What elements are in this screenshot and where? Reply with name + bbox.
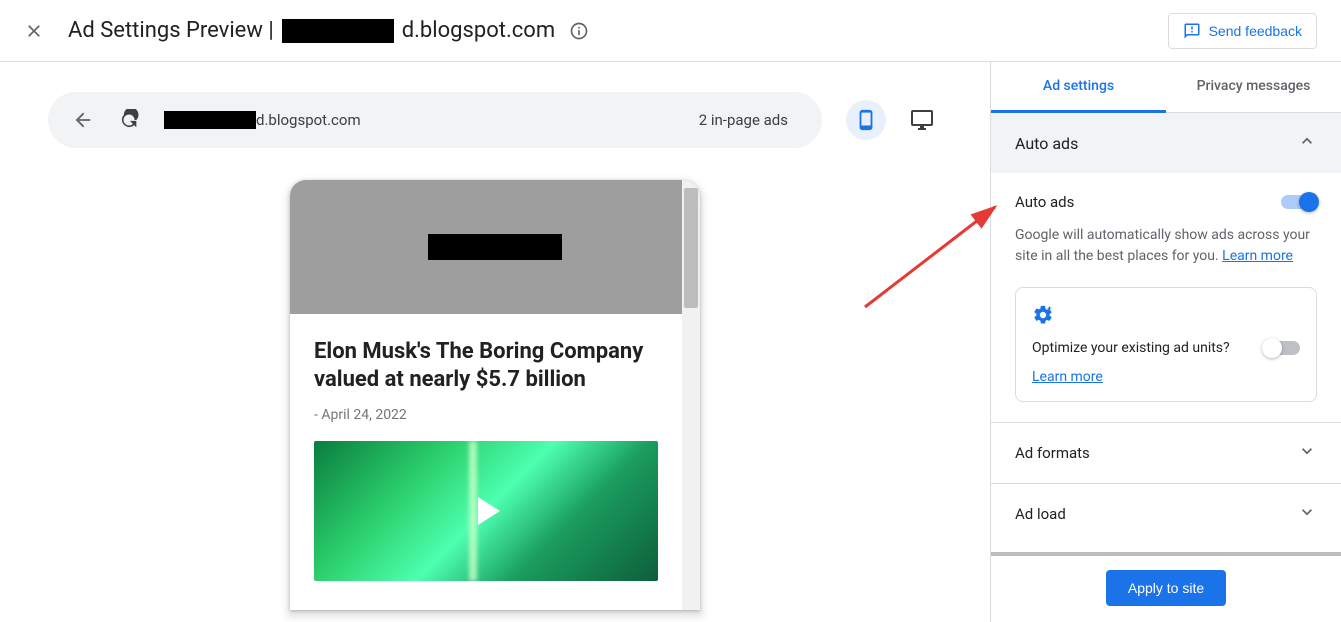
section-title: Ad load	[1015, 505, 1066, 523]
url-bar: d.blogspot.com 2 in-page ads	[48, 92, 822, 148]
mobile-preview-frame: Elon Musk's The Boring Company valued at…	[290, 180, 700, 610]
auto-ads-toggle[interactable]	[1281, 195, 1317, 209]
play-icon	[478, 497, 500, 525]
sidebar-footer: Apply to site	[991, 552, 1341, 622]
learn-more-link[interactable]: Learn more	[1032, 369, 1103, 385]
ad-formats-section[interactable]: Ad formats	[991, 422, 1341, 483]
redacted-text	[282, 19, 394, 43]
auto-ads-section-body: Auto ads Google will automatically show …	[991, 173, 1341, 422]
auto-ads-toggle-label: Auto ads	[1015, 193, 1074, 211]
chevron-down-icon	[1297, 441, 1317, 465]
section-title: Auto ads	[1015, 134, 1078, 153]
info-icon[interactable]	[569, 21, 589, 41]
ad-load-section[interactable]: Ad load	[991, 483, 1341, 544]
close-icon[interactable]	[24, 21, 44, 41]
auto-ads-section-header[interactable]: Auto ads	[991, 113, 1341, 173]
article-title: Elon Musk's The Boring Company valued at…	[314, 338, 658, 393]
page-title: Ad Settings Preview | d.blogspot.com	[68, 18, 589, 43]
optimize-card: Optimize your existing ad units? Learn m…	[1015, 287, 1317, 402]
article-date: - April 24, 2022	[314, 407, 658, 423]
feedback-label: Send feedback	[1209, 23, 1302, 39]
auto-ads-description: Google will automatically show ads acros…	[1015, 225, 1317, 267]
redacted-text	[428, 234, 562, 260]
send-feedback-button[interactable]: Send feedback	[1168, 13, 1317, 49]
optimize-label: Optimize your existing ad units?	[1032, 340, 1230, 356]
page-header: Ad Settings Preview | d.blogspot.com Sen…	[0, 0, 1341, 62]
feedback-icon	[1183, 22, 1201, 40]
preview-area: d.blogspot.com 2 in-page ads Elo	[0, 62, 990, 622]
article-thumbnail[interactable]	[314, 441, 658, 581]
annotation-arrow	[855, 197, 1010, 317]
refresh-icon[interactable]	[118, 109, 140, 131]
scrollbar-thumb[interactable]	[684, 188, 698, 308]
optimize-toggle[interactable]	[1264, 341, 1300, 355]
apply-to-site-button[interactable]: Apply to site	[1106, 570, 1226, 606]
mobile-view-button[interactable]	[846, 100, 886, 140]
learn-more-link[interactable]: Learn more	[1222, 248, 1293, 264]
gear-sparkle-icon	[1032, 304, 1300, 330]
tab-privacy-messages[interactable]: Privacy messages	[1166, 62, 1341, 112]
desktop-view-button[interactable]	[902, 100, 942, 140]
section-title: Ad formats	[1015, 444, 1090, 462]
tab-ad-settings[interactable]: Ad settings	[991, 62, 1166, 113]
chevron-down-icon	[1297, 502, 1317, 526]
preview-site-header	[290, 180, 700, 314]
title-prefix: Ad Settings Preview |	[68, 18, 274, 43]
back-icon[interactable]	[72, 109, 94, 131]
settings-sidebar: Ad settings Privacy messages Auto ads Au…	[990, 62, 1341, 622]
scrollbar-track[interactable]	[682, 180, 700, 610]
ad-count: 2 in-page ads	[699, 111, 788, 129]
redacted-text	[164, 111, 256, 129]
url-domain: d.blogspot.com	[256, 111, 361, 129]
chevron-up-icon	[1297, 131, 1317, 155]
title-suffix: d.blogspot.com	[402, 18, 555, 43]
